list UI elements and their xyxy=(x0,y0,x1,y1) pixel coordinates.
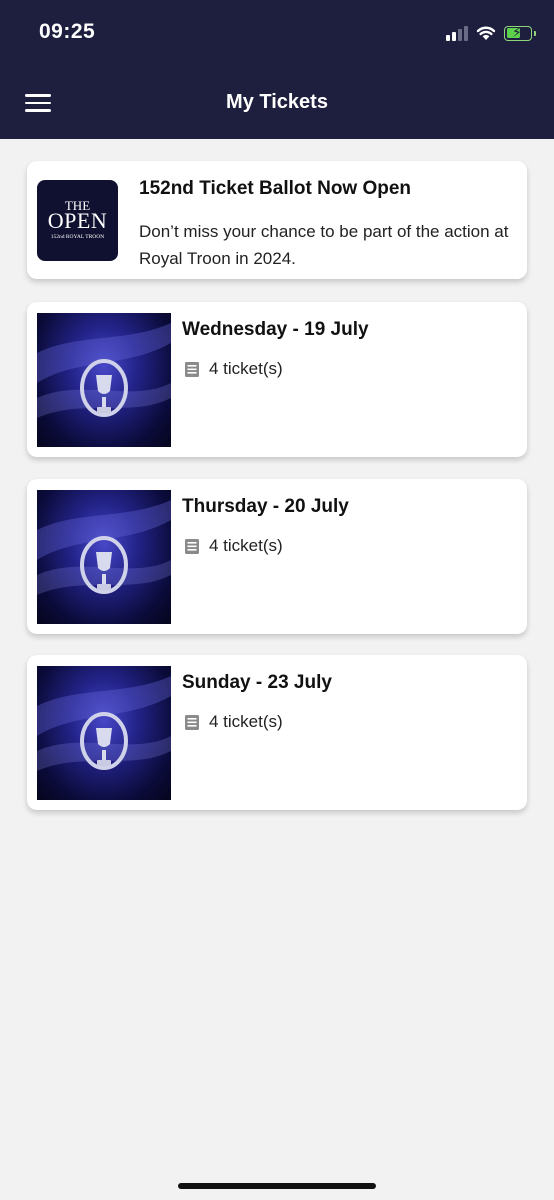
top-bar: 09:25 ⚡ My Tickets xyxy=(0,0,554,139)
ticket-day-title: Thursday - 20 July xyxy=(182,496,349,517)
claret-jug-thumbnail xyxy=(37,666,171,800)
ticket-list-icon xyxy=(185,538,199,554)
ticket-count: 4 ticket(s) xyxy=(184,359,283,379)
ballot-description: Don’t miss your chance to be part of the… xyxy=(139,222,509,268)
status-icons: ⚡ xyxy=(446,22,536,44)
ticket-card[interactable]: Sunday - 23 July 4 ticket(s) xyxy=(27,655,527,810)
battery-charging-icon: ⚡ xyxy=(504,24,536,41)
ballot-promo-card[interactable]: THE OPEN 152nd ROYAL TROON 152nd Ticket … xyxy=(27,161,527,279)
ticket-count: 4 ticket(s) xyxy=(184,712,283,732)
ticket-card[interactable]: Thursday - 20 July 4 ticket(s) xyxy=(27,479,527,634)
ticket-card[interactable]: Wednesday - 19 July 4 ticket(s) xyxy=(27,302,527,457)
ticket-count: 4 ticket(s) xyxy=(184,536,283,556)
ticket-list-icon xyxy=(185,714,199,730)
page-title: My Tickets xyxy=(226,91,328,113)
wifi-icon xyxy=(476,26,496,40)
cellular-signal-icon xyxy=(446,25,468,41)
ticket-count-label: 4 ticket(s) xyxy=(209,359,283,378)
status-time: 09:25 xyxy=(39,20,96,43)
ticket-day-title: Sunday - 23 July xyxy=(182,672,332,693)
the-open-logo: THE OPEN 152nd ROYAL TROON xyxy=(37,180,118,261)
claret-jug-thumbnail xyxy=(37,490,171,624)
ballot-title: 152nd Ticket Ballot Now Open xyxy=(139,178,412,199)
ticket-count-label: 4 ticket(s) xyxy=(209,536,283,555)
claret-jug-thumbnail xyxy=(37,313,171,447)
home-indicator[interactable] xyxy=(178,1183,376,1189)
ticket-count-label: 4 ticket(s) xyxy=(209,712,283,731)
ticket-day-title: Wednesday - 19 July xyxy=(182,319,369,340)
ticket-list-icon xyxy=(185,361,199,377)
